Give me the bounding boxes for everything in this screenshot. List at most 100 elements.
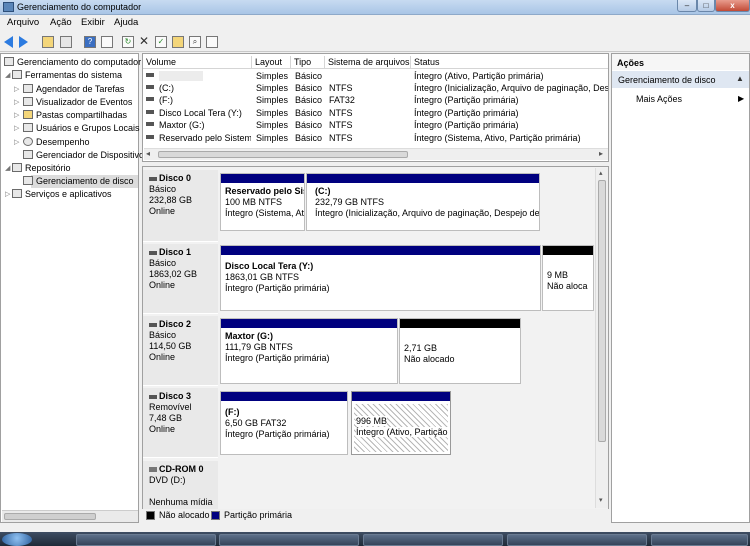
tree-item-ferramentas[interactable]: Ferramentas do sistema bbox=[12, 70, 122, 80]
table-row[interactable]: Simples Básico Íntegro (Ativo, Partição … bbox=[143, 70, 608, 82]
maximize-button[interactable]: □ bbox=[697, 0, 715, 12]
partition-block[interactable]: Reservado pelo Sis 100 MB NTFS Íntegro (Si… bbox=[220, 173, 305, 231]
partition-block[interactable]: Maxtor (G:) 111,79 GB NTFS Íntegro (Partiç… bbox=[220, 318, 398, 384]
properties-icon[interactable] bbox=[101, 36, 113, 48]
column-sistema-arquivos[interactable]: Sistema de arquivos bbox=[325, 56, 411, 69]
scroll-left-icon[interactable]: ◂ bbox=[146, 149, 150, 158]
expand-arrow-icon[interactable]: ▷ bbox=[14, 111, 19, 119]
up-folder-icon[interactable] bbox=[42, 36, 54, 48]
partition-block[interactable]: (F:) 6,50 GB FAT32 Íntegro (Partição primá… bbox=[220, 391, 348, 455]
open-icon[interactable] bbox=[172, 36, 184, 48]
partition-name: Reservado pelo Sis bbox=[225, 186, 305, 196]
menu-bar: Arquivo Ação Exibir Ajuda bbox=[0, 15, 750, 32]
column-volume[interactable]: Volume bbox=[143, 56, 252, 69]
partition-block[interactable]: 2,71 GB Não alocado bbox=[399, 318, 521, 384]
scroll-thumb[interactable] bbox=[4, 513, 96, 520]
horizontal-scrollbar[interactable]: ◂ ▸ bbox=[144, 148, 608, 160]
collapse-arrow-icon[interactable]: ◢ bbox=[5, 71, 10, 79]
expand-arrow-icon[interactable]: ▷ bbox=[14, 85, 19, 93]
tree-item-gerenciamento-disco[interactable]: Gerenciamento de disco bbox=[23, 176, 134, 186]
menu-arquivo[interactable]: Arquivo bbox=[7, 17, 39, 28]
disk-label[interactable]: Disco 1 Básico 1863,02 GB Online bbox=[143, 244, 218, 314]
taskbar-button[interactable] bbox=[219, 534, 359, 546]
scroll-right-icon[interactable]: ▸ bbox=[599, 149, 603, 158]
tree-item-usuarios[interactable]: Usuários e Grupos Locais bbox=[23, 123, 140, 133]
back-icon[interactable] bbox=[4, 36, 13, 48]
vertical-scrollbar[interactable]: ▴ ▾ bbox=[595, 168, 608, 508]
actions-section-disk-management[interactable]: Gerenciamento de disco ▲ bbox=[612, 71, 749, 88]
section-label: Gerenciamento de disco bbox=[618, 75, 716, 85]
expand-arrow-icon[interactable]: ▷ bbox=[14, 98, 19, 106]
partition-block[interactable]: 9 MB Não aloca bbox=[542, 245, 594, 311]
table-row[interactable]: Reservado pelo Sistema Simples Básico NT… bbox=[143, 132, 608, 144]
horizontal-scrollbar[interactable] bbox=[2, 510, 138, 522]
action-label: Mais Ações bbox=[636, 94, 683, 104]
taskbar-button[interactable] bbox=[507, 534, 647, 546]
partition-block[interactable]: (C:) 232,79 GB NTFS Íntegro (Inicialização… bbox=[306, 173, 540, 231]
disk-label[interactable]: Disco 2 Básico 114,50 GB Online bbox=[143, 316, 218, 386]
title-bar: Gerenciamento do computador – □ x bbox=[0, 0, 750, 15]
column-tipo[interactable]: Tipo bbox=[291, 56, 325, 69]
disk-map: Disco 0 Básico 232,88 GB Online Reservad… bbox=[142, 166, 609, 523]
tree-item-gerenciador[interactable]: Gerenciador de Dispositivo bbox=[23, 150, 144, 160]
device-manager-icon bbox=[23, 150, 33, 159]
expand-arrow-icon[interactable]: ▷ bbox=[5, 190, 10, 198]
column-status[interactable]: Status bbox=[411, 56, 608, 69]
partition-block-selected[interactable]: 996 MB Íntegro (Ativo, Partição bbox=[351, 391, 451, 455]
refresh-icon[interactable]: ↻ bbox=[122, 36, 134, 48]
tree-item-agendador[interactable]: Agendador de Tarefas bbox=[23, 84, 124, 94]
export-icon[interactable] bbox=[206, 36, 218, 48]
scroll-down-icon[interactable]: ▾ bbox=[599, 496, 603, 504]
table-row[interactable]: (C:) Simples Básico NTFS Íntegro (Inicia… bbox=[143, 82, 608, 94]
legend: Não alocado Partição primária bbox=[142, 509, 609, 523]
taskbar-button[interactable] bbox=[651, 534, 748, 546]
partition-name: Maxtor (G:) bbox=[225, 331, 273, 341]
tree-item-pastas[interactable]: Pastas compartilhadas bbox=[23, 110, 127, 120]
menu-ajuda[interactable]: Ajuda bbox=[114, 17, 138, 28]
scroll-thumb[interactable] bbox=[158, 151, 408, 158]
disk-state: Online bbox=[149, 352, 176, 362]
menu-exibir[interactable]: Exibir bbox=[81, 17, 105, 28]
partition-status: Não alocado bbox=[404, 354, 455, 364]
collapse-arrow-icon[interactable]: ◢ bbox=[5, 164, 10, 172]
tree-root[interactable]: Gerenciamento do computador (l bbox=[4, 57, 149, 67]
column-layout[interactable]: Layout bbox=[252, 56, 291, 69]
toolbar: ? ↻ ✕ ✓ ⌕ bbox=[0, 32, 750, 52]
close-button[interactable]: x bbox=[715, 0, 750, 12]
disk-label[interactable]: Disco 3 Removível 7,48 GB Online bbox=[143, 388, 218, 458]
collapse-up-icon[interactable]: ▲ bbox=[736, 74, 744, 83]
search-icon[interactable]: ⌕ bbox=[189, 36, 201, 48]
table-row[interactable]: (F:) Simples Básico FAT32 Íntegro (Parti… bbox=[143, 94, 608, 106]
cell-tipo: Básico bbox=[295, 95, 323, 105]
taskbar-button[interactable] bbox=[363, 534, 503, 546]
expand-arrow-icon[interactable]: ▷ bbox=[14, 124, 19, 132]
menu-acao[interactable]: Ação bbox=[50, 17, 72, 28]
disk-label[interactable]: Disco 0 Básico 232,88 GB Online bbox=[143, 170, 218, 242]
delete-icon[interactable]: ✕ bbox=[138, 35, 150, 48]
table-row[interactable]: Maxtor (G:) Simples Básico NTFS Íntegro … bbox=[143, 119, 608, 131]
forward-icon[interactable] bbox=[19, 36, 28, 48]
help-icon[interactable]: ? bbox=[84, 36, 96, 48]
disk-icon bbox=[149, 395, 157, 399]
scroll-thumb[interactable] bbox=[598, 180, 606, 442]
check-icon[interactable]: ✓ bbox=[155, 36, 167, 48]
cell-volume: Reservado pelo Sistema bbox=[159, 133, 251, 143]
tree-item-visualizador[interactable]: Visualizador de Eventos bbox=[23, 97, 132, 107]
partition-size: 996 MB bbox=[356, 416, 388, 426]
tree-item-servicos[interactable]: Serviços e aplicativos bbox=[12, 189, 112, 199]
tree-item-repositorio[interactable]: Repositório bbox=[12, 163, 71, 173]
action-mais-acoes[interactable]: Mais Ações bbox=[636, 94, 682, 104]
scroll-up-icon[interactable]: ▴ bbox=[599, 169, 603, 177]
expand-arrow-icon[interactable]: ▷ bbox=[14, 138, 19, 146]
taskbar-button[interactable] bbox=[76, 534, 216, 546]
users-icon bbox=[23, 123, 33, 132]
partition-block[interactable]: Disco Local Tera (Y:) 1863,01 GB NTFS Ínte… bbox=[220, 245, 541, 311]
tree-item-desempenho[interactable]: Desempenho bbox=[23, 137, 90, 147]
show-hide-tree-icon[interactable] bbox=[60, 36, 72, 48]
table-row[interactable]: Disco Local Tera (Y:) Simples Básico NTF… bbox=[143, 107, 608, 119]
minimize-button[interactable]: – bbox=[677, 0, 697, 12]
cell-tipo: Básico bbox=[295, 83, 323, 93]
start-button[interactable] bbox=[2, 533, 32, 546]
drive-icon bbox=[146, 110, 154, 114]
actions-header: Ações bbox=[612, 54, 749, 70]
